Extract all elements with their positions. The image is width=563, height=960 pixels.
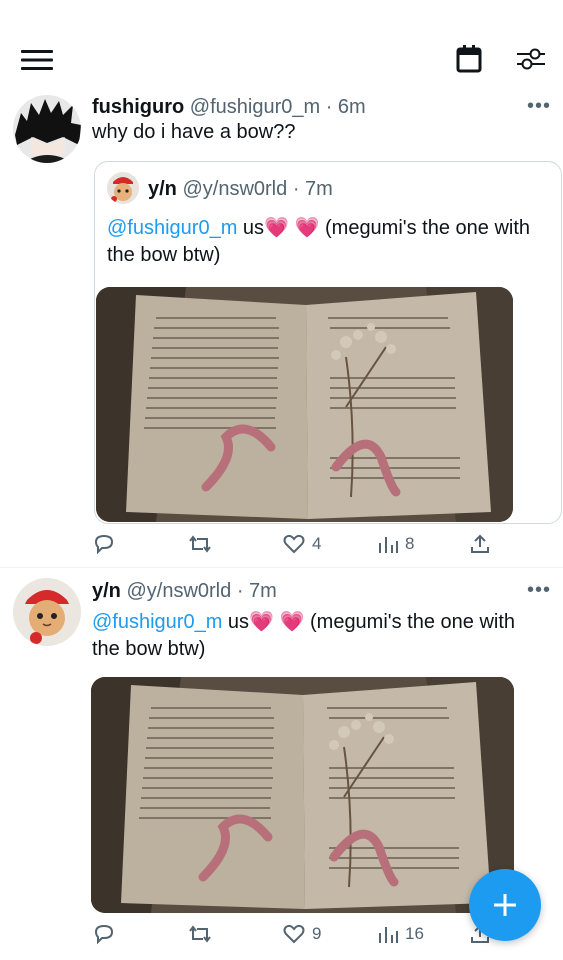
- like-count: 4: [312, 534, 322, 553]
- author-name: y/n: [148, 178, 177, 200]
- more-options-icon[interactable]: •••: [527, 95, 551, 118]
- author-name[interactable]: y/n: [92, 580, 121, 602]
- timestamp[interactable]: · 7m: [237, 580, 277, 602]
- tweet-actions: 9 16: [92, 923, 492, 949]
- retweet-button[interactable]: [187, 533, 213, 555]
- author-handle[interactable]: @y/nsw0rld: [126, 580, 231, 602]
- quoted-tweet[interactable]: y/n @y/nsw0rld · 7m @fushigur0_m us💗 💗 (…: [94, 161, 562, 524]
- compose-tweet-button[interactable]: [469, 869, 541, 941]
- author-handle: @y/nsw0rld: [182, 178, 288, 200]
- retweet-icon: [189, 535, 211, 553]
- bar-chart-icon: [379, 927, 398, 943]
- tweet-text: why do i have a bow??: [92, 121, 296, 143]
- reply-icon: [94, 534, 114, 555]
- views-button[interactable]: 16: [377, 923, 424, 945]
- retweet-button[interactable]: [187, 923, 213, 945]
- bar-chart-icon: [379, 537, 398, 553]
- tweet-text: @fushigur0_m us💗 💗 (megumi's the one wit…: [92, 609, 547, 663]
- view-count: 8: [405, 534, 415, 553]
- share-button[interactable]: [469, 533, 491, 555]
- heart-emoji: 💗 💗: [249, 611, 305, 633]
- author-handle[interactable]: @fushigur0_m: [190, 96, 320, 118]
- tweet-image[interactable]: [91, 677, 514, 913]
- heart-emoji: 💗 💗: [264, 217, 320, 239]
- like-button[interactable]: 4: [282, 533, 321, 555]
- author-name[interactable]: fushiguro: [92, 96, 184, 118]
- text-segment: us: [222, 611, 250, 633]
- timestamp: · 7m: [292, 178, 333, 200]
- tweet-header: fushiguro @fushigur0_m · 6m: [92, 96, 366, 119]
- more-options-icon[interactable]: •••: [527, 579, 551, 602]
- tweet-actions: 4 8: [92, 533, 492, 559]
- heart-icon: [283, 924, 305, 944]
- retweet-icon: [189, 925, 211, 943]
- reply-icon: [94, 924, 114, 945]
- reply-button[interactable]: [92, 533, 116, 555]
- like-button[interactable]: 9: [282, 923, 321, 945]
- mention-link[interactable]: @fushigur0_m: [107, 217, 237, 239]
- plus-icon: [494, 894, 516, 916]
- avatar[interactable]: [13, 95, 81, 163]
- heart-icon: [283, 534, 305, 554]
- mention-link[interactable]: @fushigur0_m: [92, 611, 222, 633]
- share-icon: [471, 534, 489, 553]
- reply-button[interactable]: [92, 923, 116, 945]
- view-count: 16: [405, 924, 424, 943]
- quoted-tweet-text: @fushigur0_m us💗 💗 (megumi's the one wit…: [107, 215, 547, 269]
- like-count: 9: [312, 924, 322, 943]
- tweet-image[interactable]: [96, 287, 513, 522]
- quoted-tweet-header: y/n @y/nsw0rld · 7m: [148, 178, 333, 201]
- tweet[interactable]: fushiguro @fushigur0_m · 6m ••• why do i…: [0, 0, 563, 567]
- avatar[interactable]: [13, 578, 81, 646]
- timestamp[interactable]: · 6m: [326, 96, 366, 118]
- avatar: [107, 172, 139, 204]
- text-segment: us: [237, 217, 265, 239]
- tweet-header: y/n @y/nsw0rld · 7m: [92, 580, 277, 603]
- views-button[interactable]: 8: [377, 533, 414, 555]
